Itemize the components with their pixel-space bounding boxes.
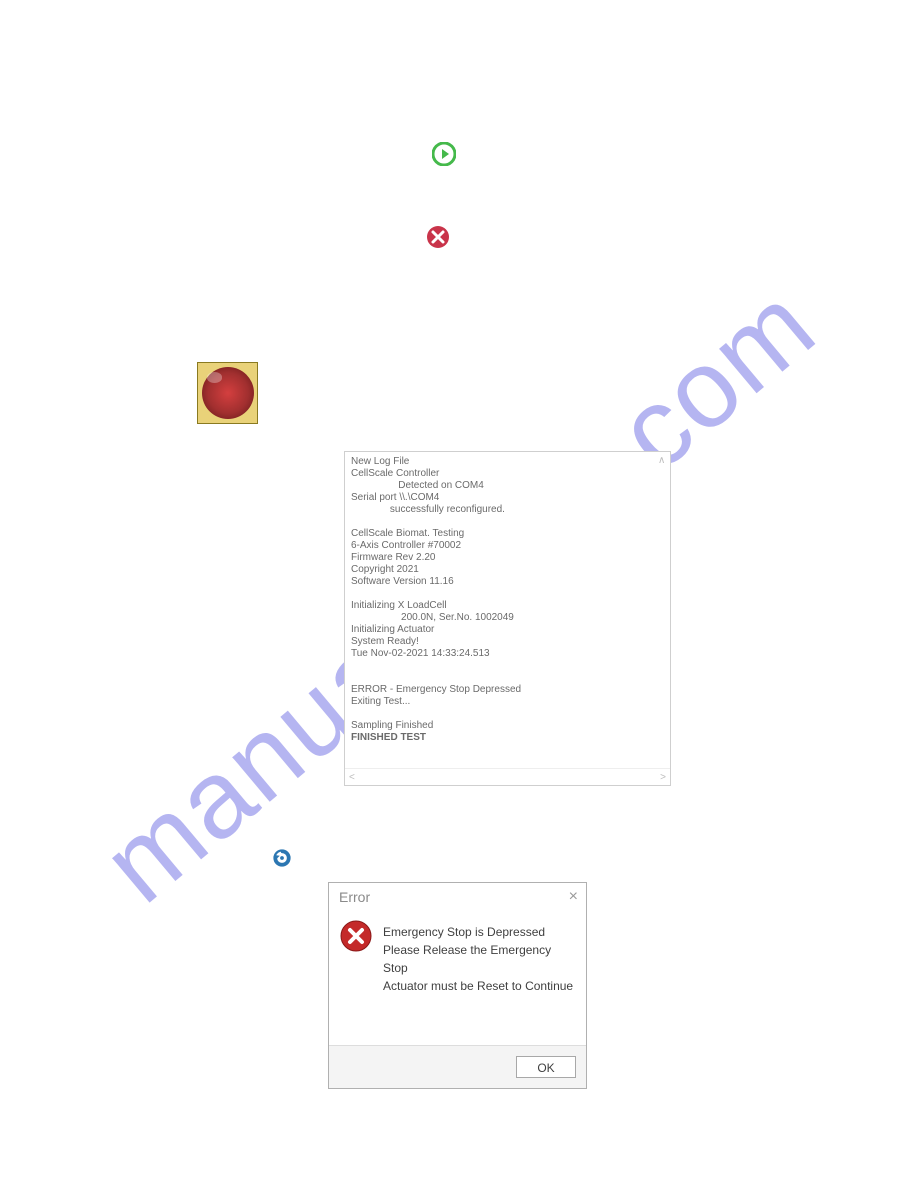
dialog-body: Emergency Stop is Depressed Please Relea…: [329, 907, 586, 1045]
dialog-line: Emergency Stop is Depressed: [383, 923, 574, 941]
error-dialog: Error × Emergency Stop is Depressed Plea…: [328, 882, 587, 1089]
close-circle-icon: [426, 225, 450, 249]
log-text-lines: New Log File CellScale Controller Detect…: [351, 456, 521, 731]
log-panel: ∧ New Log File CellScale Controller Dete…: [344, 451, 671, 786]
log-finished-label: FINISHED TEST: [351, 732, 426, 743]
dialog-line: Please Release the Emergency Stop: [383, 941, 574, 977]
dialog-line: Actuator must be Reset to Continue: [383, 977, 574, 995]
dialog-message: Emergency Stop is Depressed Please Relea…: [383, 917, 574, 1041]
ok-button[interactable]: OK: [516, 1056, 576, 1078]
reset-reload-icon: [273, 849, 293, 869]
play-circle-icon: [432, 142, 456, 166]
dialog-titlebar: Error ×: [329, 883, 586, 907]
dialog-title: Error: [339, 889, 370, 905]
log-scrollbar-horizontal: < >: [345, 768, 670, 785]
log-scroll-right-icon: >: [660, 772, 666, 783]
log-scroll-left-icon: <: [349, 772, 355, 783]
document-page: manualshive.com ∧ New Log File CellScale…: [0, 0, 918, 1188]
log-scroll-up-icon: ∧: [658, 456, 668, 470]
dialog-footer: OK: [329, 1045, 586, 1088]
log-content: New Log File CellScale Controller Detect…: [345, 452, 670, 768]
dialog-close-button[interactable]: ×: [558, 890, 578, 904]
error-icon: [339, 919, 373, 953]
emergency-stop-button: [197, 362, 258, 424]
